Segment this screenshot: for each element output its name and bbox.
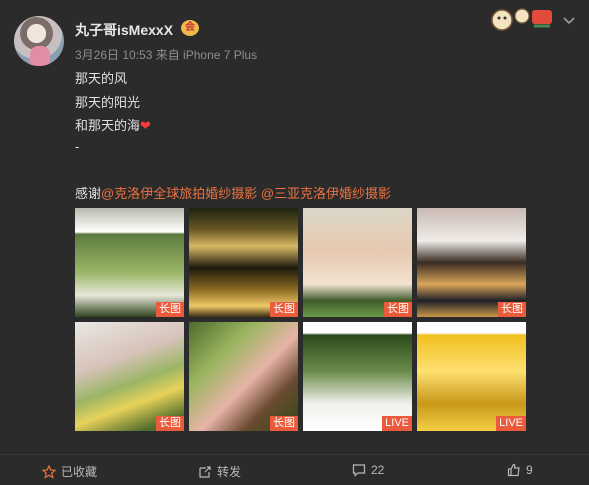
mention-link-1[interactable]: @克洛伊全球旅拍婚纱摄影: [101, 186, 257, 201]
image-grid: 长图 长图 长图 长图 长图 长图 LIVE LIVE: [75, 208, 527, 432]
avatar[interactable]: [14, 16, 64, 66]
comment-count: 22: [371, 463, 385, 477]
image-thumbnail-4[interactable]: 长图: [417, 208, 526, 317]
image-thumbnail-3[interactable]: 长图: [303, 208, 412, 317]
repost-button[interactable]: 转发: [198, 463, 241, 480]
image-thumbnail-2[interactable]: 长图: [189, 208, 298, 317]
image-thumbnail-1[interactable]: 长图: [75, 208, 184, 317]
action-bar: 已收藏 转发 22 9: [0, 454, 589, 485]
image-thumbnail-7[interactable]: LIVE: [303, 322, 412, 431]
favorite-label: 已收藏: [61, 465, 98, 479]
username[interactable]: 丸子哥isMexxX: [75, 20, 173, 40]
favorite-button[interactable]: 已收藏: [42, 463, 97, 480]
thanks-prefix: 感谢: [75, 186, 102, 201]
chevron-down-icon[interactable]: [562, 14, 576, 28]
image-thumbnail-5[interactable]: 长图: [75, 322, 184, 431]
like-button[interactable]: 9: [507, 463, 533, 477]
long-image-badge: 长图: [498, 302, 526, 317]
long-image-badge: 长图: [270, 302, 298, 317]
long-image-badge: 长图: [156, 416, 184, 431]
post-line-1: 那天的风: [75, 71, 128, 86]
post-line-4: -: [75, 139, 80, 154]
sticker-decoration: [491, 8, 552, 31]
image-thumbnail-6[interactable]: 长图: [189, 322, 298, 431]
thanks-line: 感谢@克洛伊全球旅拍婚纱摄影 @三亚克洛伊婚纱摄影: [75, 183, 391, 202]
long-image-badge: 长图: [384, 302, 412, 317]
like-icon: [507, 463, 520, 477]
long-image-badge: 长图: [156, 302, 184, 317]
live-photo-badge: LIVE: [496, 416, 526, 431]
repost-icon: [199, 465, 211, 478]
post-line-3-text: 和那天的海: [75, 118, 141, 133]
vip-icon[interactable]: 会: [181, 20, 199, 36]
comment-button[interactable]: 22: [352, 463, 384, 477]
star-icon: [42, 464, 56, 479]
post-meta: 3月26日 10:53 来自 iPhone 7 Plus: [75, 48, 258, 62]
post-line-3: 和那天的海❤: [75, 115, 151, 134]
like-count: 9: [526, 463, 533, 477]
live-photo-badge: LIVE: [382, 416, 412, 431]
repost-label: 转发: [217, 465, 242, 479]
long-image-badge: 长图: [270, 416, 298, 431]
comment-icon: [352, 464, 366, 477]
heart-emoji-icon: ❤: [140, 118, 151, 133]
image-thumbnail-8[interactable]: LIVE: [417, 322, 526, 431]
mention-link-2[interactable]: @三亚克洛伊婚纱摄影: [261, 186, 391, 201]
post-line-2: 那天的阳光: [75, 95, 141, 110]
avatar-figure: [30, 46, 50, 66]
